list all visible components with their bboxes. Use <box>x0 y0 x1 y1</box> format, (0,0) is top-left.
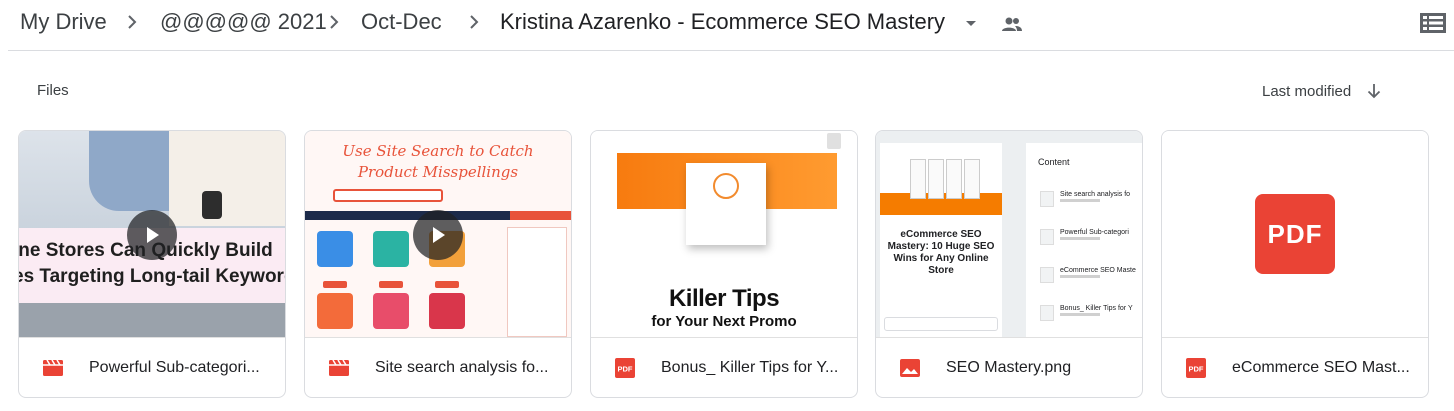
thumbnail-text: Site search analysis fo <box>1060 191 1131 198</box>
file-thumbnail: Killer Tips for Your Next Promo <box>591 131 857 337</box>
breadcrumb-item-my-drive[interactable]: My Drive <box>20 8 107 36</box>
thumbnail-shape <box>1040 229 1054 245</box>
play-button[interactable] <box>413 210 463 260</box>
thumbnail-text: es Targeting Long-tail Keyword <box>19 266 285 287</box>
breadcrumb-item-2021[interactable]: @@@@@ 2021 <box>160 8 327 36</box>
list-view-icon <box>1420 13 1446 33</box>
thumbnail-shape <box>946 159 962 199</box>
thumbnail-shape <box>323 281 347 288</box>
thumbnail-shape <box>884 317 998 331</box>
svg-text:PDF: PDF <box>618 365 633 374</box>
thumbnail-shape <box>1040 305 1054 321</box>
play-button[interactable] <box>127 210 177 260</box>
thumbnail-shape <box>317 293 353 329</box>
thumbnail-shape <box>910 159 926 199</box>
thumbnail-shape <box>202 191 222 219</box>
thumbnail-shape <box>1060 313 1100 316</box>
pdf-file-icon: PDF <box>1186 358 1206 378</box>
thumbnail-shape <box>1060 199 1100 202</box>
thumbnail-text: Killer Tips <box>668 285 780 312</box>
thumbnail-text: eCommerce SEO Maste <box>1060 267 1136 274</box>
thumbnail-text: for Your Next Promo <box>651 313 797 330</box>
svg-text:PDF: PDF <box>1189 365 1204 374</box>
thumbnail-shape <box>507 227 567 337</box>
image-file-icon <box>900 359 920 377</box>
file-card-footer: PDF Bonus_ Killer Tips for Y... <box>591 337 857 397</box>
file-card-footer: PDF eCommerce SEO Mast... <box>1162 337 1428 397</box>
file-thumbnail: ine Stores Can Quickly Build es Targetin… <box>19 131 285 337</box>
thumbnail-shape <box>1040 267 1054 283</box>
file-name: Bonus_ Killer Tips for Y... <box>661 359 839 376</box>
thumbnail-text: Powerful Sub-categori <box>1060 229 1129 236</box>
thumbnail-shape: eCommerce SEO Maste <box>1040 267 1140 283</box>
thumbnail-shape <box>686 163 766 245</box>
file-card-footer: Powerful Sub-categori... <box>19 337 285 397</box>
arrow-drop-down-icon[interactable] <box>962 14 980 32</box>
thumbnail-shape <box>429 293 465 329</box>
thumbnail-shape <box>379 281 403 288</box>
file-card[interactable]: PDF PDF eCommerce SEO Mast... <box>1161 130 1429 398</box>
thumbnail-shape <box>373 231 409 267</box>
video-file-icon <box>329 359 349 376</box>
thumbnail-text: Content <box>1038 157 1070 167</box>
thumbnail-shape: eCommerce SEO Mastery: 10 Huge SEO Wins … <box>880 143 1002 337</box>
play-icon <box>147 227 159 243</box>
thumbnail-shape <box>169 131 285 226</box>
people-icon[interactable] <box>1000 12 1024 36</box>
breadcrumb: My Drive @@@@@ 2021 Oct-Dec Kristina Aza… <box>0 0 1454 46</box>
pdf-badge-label: PDF <box>1267 218 1323 249</box>
thumbnail-shape <box>1060 237 1100 240</box>
file-card[interactable]: Killer Tips for Your Next Promo PDF Bonu… <box>590 130 858 398</box>
chevron-right-icon <box>470 15 479 29</box>
arrow-down-icon[interactable] <box>1365 82 1383 100</box>
file-name: Site search analysis fo... <box>375 359 549 376</box>
thumbnail-shape: Content Site search analysis fo Powerful… <box>1026 143 1142 337</box>
play-icon <box>433 227 445 243</box>
thumbnail-shape <box>19 303 285 337</box>
thumbnail-shape <box>333 189 443 202</box>
pdf-file-icon: PDF <box>615 358 635 378</box>
file-name: SEO Mastery.png <box>946 359 1072 376</box>
list-view-button[interactable] <box>1418 8 1448 38</box>
thumbnail-shape <box>373 293 409 329</box>
file-card[interactable]: ine Stores Can Quickly Build es Targetin… <box>18 130 286 398</box>
thumbnail-shape <box>317 231 353 267</box>
chevron-right-icon <box>330 15 339 29</box>
file-card-footer: Site search analysis fo... <box>305 337 571 397</box>
file-name: Powerful Sub-categori... <box>89 359 260 376</box>
thumbnail-shape <box>827 133 841 149</box>
thumbnail-text: eCommerce SEO Mastery: 10 Huge SEO Wins … <box>887 229 995 276</box>
breadcrumb-item-oct-dec[interactable]: Oct-Dec <box>361 8 442 36</box>
thumbnail-shape <box>928 159 944 199</box>
thumbnail-shape: Bonus_ Killer Tips for Y <box>1040 305 1140 321</box>
pdf-badge-icon: PDF <box>1255 194 1335 274</box>
files-section-label: Files <box>37 82 69 99</box>
file-name: eCommerce SEO Mast... <box>1232 359 1410 376</box>
thumbnail-shape <box>713 173 739 199</box>
thumbnail-shape <box>1060 275 1100 278</box>
header-divider <box>8 50 1454 51</box>
thumbnail-shape: Powerful Sub-categori <box>1040 229 1140 245</box>
sort-label: Last modified <box>1262 82 1352 100</box>
file-thumbnail: PDF <box>1162 131 1428 337</box>
chevron-right-icon <box>128 15 137 29</box>
thumbnail-shape <box>510 211 571 220</box>
video-file-icon <box>43 359 63 376</box>
file-card[interactable]: eCommerce SEO Mastery: 10 Huge SEO Wins … <box>875 130 1143 398</box>
file-card[interactable]: Use Site Search to Catch Product Misspel… <box>304 130 572 398</box>
thumbnail-shape <box>435 281 459 288</box>
thumbnail-text: Bonus_ Killer Tips for Y <box>1060 305 1133 312</box>
file-thumbnail: Use Site Search to Catch Product Misspel… <box>305 131 571 337</box>
thumbnail-shape <box>1040 191 1054 207</box>
thumbnail-shape <box>964 159 980 199</box>
file-card-footer: SEO Mastery.png <box>876 337 1142 397</box>
breadcrumb-current-folder[interactable]: Kristina Azarenko - Ecommerce SEO Master… <box>500 8 945 36</box>
thumbnail-shape: Site search analysis fo <box>1040 191 1140 207</box>
file-thumbnail: eCommerce SEO Mastery: 10 Huge SEO Wins … <box>876 131 1142 337</box>
sort-last-modified-button[interactable]: Last modified <box>1262 76 1383 106</box>
thumbnail-text: Use Site Search to Catch Product Misspel… <box>342 142 534 181</box>
